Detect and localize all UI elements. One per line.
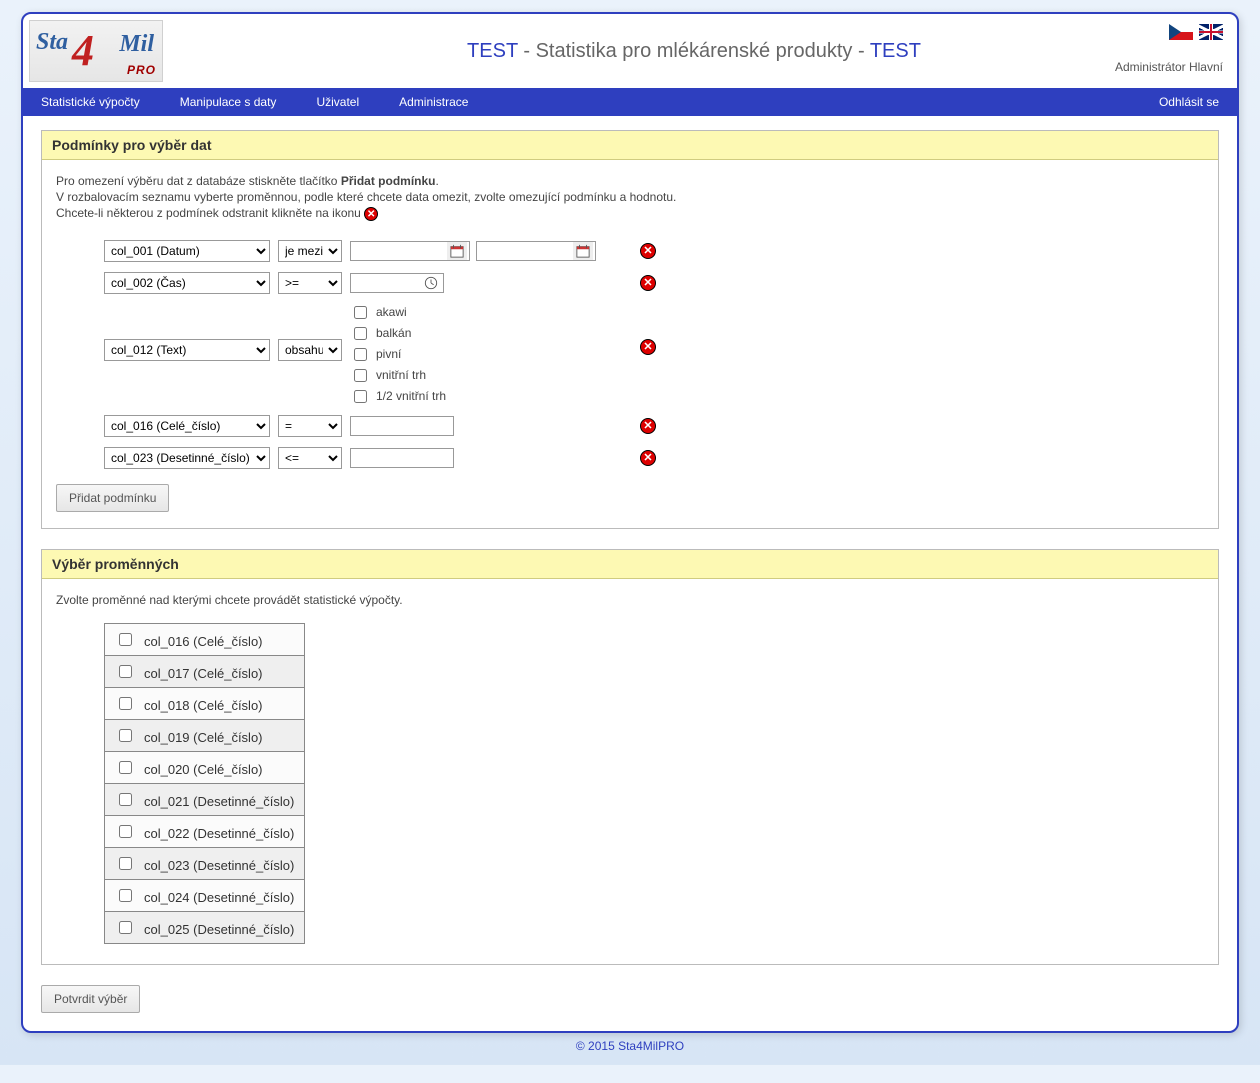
operator-select[interactable]: obsahuje <box>278 339 342 361</box>
calendar-icon[interactable] <box>573 242 593 260</box>
condition-row: col_023 (Desetinné_číslo) <= ✕ <box>104 446 1204 470</box>
value-input[interactable] <box>350 416 454 436</box>
header: Sta 4 Mil PRO TEST - Statistika pro mlék… <box>23 14 1237 88</box>
nav-item-user[interactable]: Uživatel <box>316 95 359 109</box>
variables-panel-title: Výběr proměnných <box>42 550 1218 579</box>
conditions-intro-2: V rozbalovacím seznamu vyberte proměnnou… <box>56 190 1204 204</box>
variable-row[interactable]: col_018 (Celé_číslo) <box>105 687 305 719</box>
delete-condition-button[interactable]: ✕ <box>640 418 656 434</box>
logo-text-pro: PRO <box>127 63 156 77</box>
variable-checkbox[interactable] <box>119 857 132 870</box>
operator-select[interactable]: <= <box>278 447 342 469</box>
variable-checkbox[interactable] <box>119 889 132 902</box>
checkbox-option[interactable]: akawi <box>350 303 446 322</box>
delete-icon: ✕ <box>364 207 378 221</box>
variable-row[interactable]: col_022 (Desetinné_číslo) <box>105 815 305 847</box>
variable-checkbox[interactable] <box>119 793 132 806</box>
operator-select[interactable]: >= <box>278 272 342 294</box>
delete-condition-button[interactable]: ✕ <box>640 275 656 291</box>
variable-row[interactable]: col_016 (Celé_číslo) <box>105 623 305 655</box>
navbar: Statistické výpočty Manipulace s daty Už… <box>23 88 1237 116</box>
date-to-input[interactable] <box>476 241 596 261</box>
checkbox-option[interactable]: 1/2 vnitřní trh <box>350 387 446 406</box>
logo-text-four: 4 <box>72 25 94 76</box>
variable-checkbox[interactable] <box>119 761 132 774</box>
variable-row[interactable]: col_017 (Celé_číslo) <box>105 655 305 687</box>
page-title: TEST - Statistika pro mlékárenské produk… <box>163 40 1225 63</box>
user-label: Administrátor Hlavní <box>1115 60 1223 74</box>
variable-checkbox[interactable] <box>119 825 132 838</box>
delete-condition-button[interactable]: ✕ <box>640 243 656 259</box>
condition-row: col_001 (Datum) je mezi <box>104 239 1204 263</box>
variable-row[interactable]: col_019 (Celé_číslo) <box>105 719 305 751</box>
title-prefix: TEST <box>467 40 518 62</box>
time-input[interactable] <box>350 273 444 293</box>
delete-condition-button[interactable]: ✕ <box>640 339 656 355</box>
calendar-icon[interactable] <box>447 242 467 260</box>
variable-checkbox[interactable] <box>119 697 132 710</box>
variable-checkbox[interactable] <box>119 633 132 646</box>
variable-row[interactable]: col_023 (Desetinné_číslo) <box>105 847 305 879</box>
column-select[interactable]: col_012 (Text) <box>104 339 270 361</box>
condition-row: col_002 (Čas) >= <box>104 271 1204 295</box>
checkbox-option[interactable]: pivní <box>350 345 446 364</box>
variable-checkbox[interactable] <box>119 665 132 678</box>
value-input[interactable] <box>350 448 454 468</box>
variable-row[interactable]: col_025 (Desetinné_číslo) <box>105 911 305 943</box>
variables-intro: Zvolte proměnné nad kterými chcete prová… <box>56 593 1204 607</box>
condition-row: col_016 (Celé_číslo) = ✕ <box>104 414 1204 438</box>
variables-panel: Výběr proměnných Zvolte proměnné nad kte… <box>41 549 1219 965</box>
conditions-intro-1: Pro omezení výběru dat z databáze stiskn… <box>56 174 1204 188</box>
title-mid: - Statistika pro mlékárenské produkty - <box>518 40 870 62</box>
checkbox-option[interactable]: vnitřní trh <box>350 366 446 385</box>
variable-row[interactable]: col_024 (Desetinné_číslo) <box>105 879 305 911</box>
footer: © 2015 Sta4MilPRO <box>12 1033 1248 1053</box>
nav-item-admin[interactable]: Administrace <box>399 95 468 109</box>
header-right: Administrátor Hlavní <box>1115 24 1223 74</box>
column-select[interactable]: col_023 (Desetinné_číslo) <box>104 447 270 469</box>
operator-select[interactable]: = <box>278 415 342 437</box>
column-select[interactable]: col_002 (Čas) <box>104 272 270 294</box>
confirm-button[interactable]: Potvrdit výběr <box>41 985 140 1013</box>
variable-checkbox[interactable] <box>119 729 132 742</box>
operator-select[interactable]: je mezi <box>278 240 342 262</box>
title-suffix: TEST <box>870 40 921 62</box>
variable-row[interactable]: col_021 (Desetinné_číslo) <box>105 783 305 815</box>
column-select[interactable]: col_001 (Datum) <box>104 240 270 262</box>
conditions-panel: Podmínky pro výběr dat Pro omezení výběr… <box>41 130 1219 529</box>
nav-item-data[interactable]: Manipulace s daty <box>180 95 277 109</box>
conditions-intro-3: Chcete-li některou z podmínek odstranit … <box>56 206 1204 221</box>
variables-table: col_016 (Celé_číslo) col_017 (Celé_číslo… <box>104 623 305 944</box>
flag-uk-icon[interactable] <box>1199 24 1223 40</box>
nav-item-stats[interactable]: Statistické výpočty <box>41 95 140 109</box>
add-condition-button[interactable]: Přidat podmínku <box>56 484 169 512</box>
conditions-list: col_001 (Datum) je mezi <box>104 239 1204 470</box>
clock-icon[interactable] <box>421 274 441 292</box>
conditions-panel-title: Podmínky pro výběr dat <box>42 131 1218 160</box>
logout-link[interactable]: Odhlásit se <box>1159 95 1219 109</box>
variable-row[interactable]: col_020 (Celé_číslo) <box>105 751 305 783</box>
content: Podmínky pro výběr dat Pro omezení výběr… <box>23 116 1237 1031</box>
logo: Sta 4 Mil PRO <box>29 20 163 82</box>
logo-text-sta: Sta <box>36 29 68 56</box>
condition-row: col_012 (Text) obsahuje akawi balkán piv… <box>104 303 1204 406</box>
checkbox-option[interactable]: balkán <box>350 324 446 343</box>
delete-condition-button[interactable]: ✕ <box>640 450 656 466</box>
flag-cz-icon[interactable] <box>1169 24 1193 40</box>
app-frame: Sta 4 Mil PRO TEST - Statistika pro mlék… <box>21 12 1239 1033</box>
logo-text-mil: Mil <box>119 31 154 58</box>
date-from-input[interactable] <box>350 241 470 261</box>
variable-checkbox[interactable] <box>119 921 132 934</box>
column-select[interactable]: col_016 (Celé_číslo) <box>104 415 270 437</box>
